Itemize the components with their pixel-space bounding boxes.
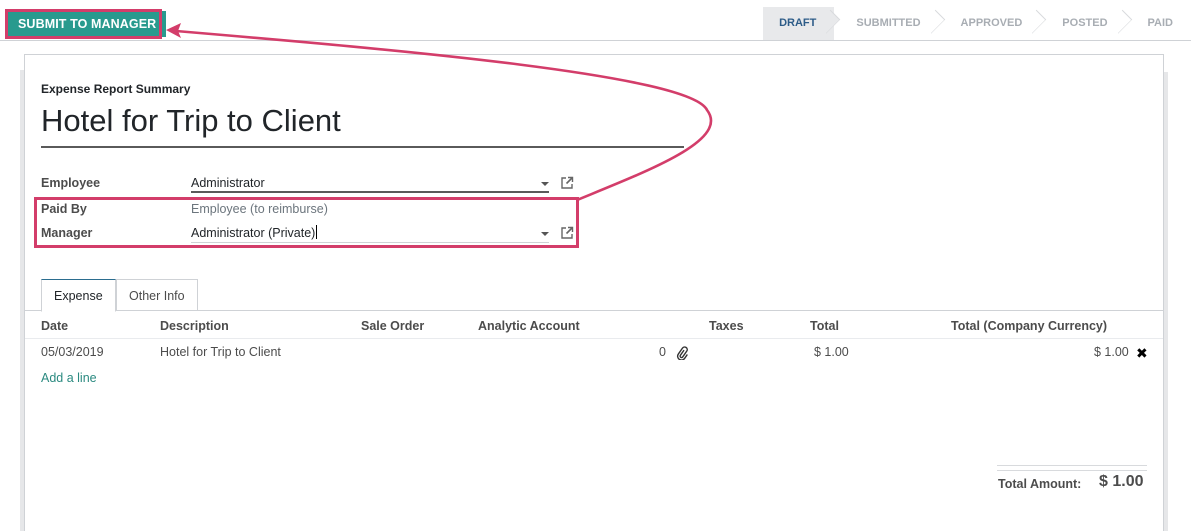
employee-input[interactable]: Administrator (191, 174, 549, 193)
stage-submitted[interactable]: SUBMITTED (834, 7, 939, 40)
external-link-icon[interactable] (560, 176, 574, 190)
stage-label: DRAFT (779, 17, 817, 29)
annotation-highlight-fields (34, 197, 579, 248)
column-header-total[interactable]: Total (810, 319, 839, 333)
column-header-analytic-account[interactable]: Analytic Account (478, 319, 580, 333)
notebook-tabs: Expense Other Info (25, 279, 1163, 312)
stage-approved[interactable]: APPROVED (938, 7, 1041, 40)
total-amount-value: $ 1.00 (1099, 473, 1144, 490)
total-amount-label: Total Amount: (998, 477, 1082, 491)
column-header-taxes[interactable]: Taxes (709, 319, 744, 333)
stage-label: APPROVED (960, 17, 1023, 29)
stage-paid[interactable]: PAID (1125, 7, 1191, 40)
summary-label: Expense Report Summary (41, 82, 191, 96)
status-bar-stages: DRAFT SUBMITTED APPROVED POSTED PAID (763, 7, 1191, 40)
sheet-shadow-right (1164, 72, 1168, 531)
tab-other-info[interactable]: Other Info (116, 279, 198, 311)
cell-total-company-currency: $ 1.00 (1094, 345, 1129, 359)
form-sheet: Expense Report Summary Hotel for Trip to… (24, 54, 1164, 531)
stage-separator (1032, 7, 1048, 40)
expense-report-page: SUBMIT TO MANAGER DRAFT SUBMITTED APPROV… (0, 0, 1191, 531)
cell-attachment-count: 0 (659, 345, 666, 359)
employee-label: Employee (41, 176, 101, 190)
stage-separator (1118, 7, 1134, 40)
totals-divider (997, 465, 1147, 466)
cell-date: 05/03/2019 (41, 345, 104, 359)
add-a-line-link[interactable]: Add a line (41, 371, 97, 385)
column-header-total-company-currency[interactable]: Total (Company Currency) (951, 319, 1107, 333)
cell-total: $ 1.00 (814, 345, 849, 359)
column-header-date[interactable]: Date (41, 319, 68, 333)
column-header-description[interactable]: Description (160, 319, 229, 333)
stage-separator (931, 7, 947, 40)
employee-value: Administrator (191, 176, 265, 190)
header-divider (25, 338, 1163, 339)
totals-divider (997, 470, 1147, 471)
annotation-highlight-button (5, 9, 162, 39)
stage-label: PAID (1147, 17, 1173, 29)
close-icon[interactable]: ✖ (1136, 345, 1148, 362)
report-title-input[interactable]: Hotel for Trip to Client (41, 101, 684, 148)
caret-down-icon[interactable] (541, 182, 549, 186)
stage-label: SUBMITTED (856, 17, 921, 29)
control-panel: SUBMIT TO MANAGER DRAFT SUBMITTED APPROV… (0, 7, 1191, 41)
stage-label: POSTED (1062, 17, 1108, 29)
tab-expense[interactable]: Expense (41, 279, 116, 312)
stage-posted[interactable]: POSTED (1040, 7, 1126, 40)
cell-description: Hotel for Trip to Client (160, 345, 281, 359)
column-header-sale-order[interactable]: Sale Order (361, 319, 424, 333)
stage-draft[interactable]: DRAFT (763, 7, 835, 40)
stage-separator (826, 7, 842, 40)
paperclip-icon[interactable] (675, 346, 689, 360)
